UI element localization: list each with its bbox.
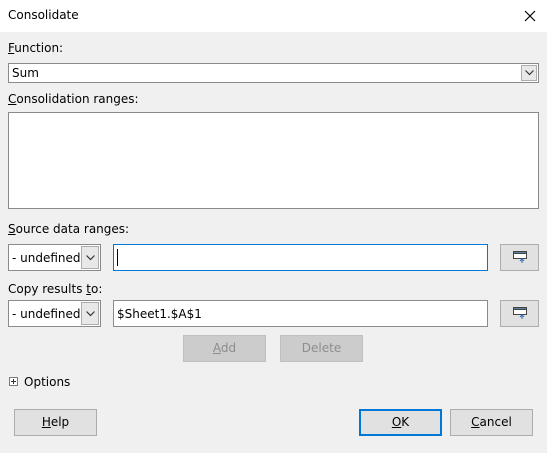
chevron-down-icon [86, 255, 95, 261]
help-button[interactable]: Help [14, 409, 97, 436]
chevron-down-icon [86, 311, 95, 317]
shrink-dialog-icon [513, 307, 527, 319]
close-icon [524, 10, 536, 22]
chevron-down-icon [525, 70, 534, 76]
consolidation-ranges-label: Consolidation ranges: [8, 92, 139, 106]
dialog-title: Consolidate [8, 8, 79, 22]
copy-results-select[interactable]: - undefined - [8, 300, 101, 327]
source-data-ranges-label: Source data ranges: [8, 222, 130, 236]
source-range-dropdown-button[interactable] [81, 246, 99, 269]
source-range-shrink-button[interactable] [500, 244, 539, 271]
source-range-select[interactable]: - undefined - [8, 244, 101, 271]
cancel-button[interactable]: Cancel [450, 409, 533, 436]
copy-results-shrink-button[interactable] [500, 300, 539, 327]
copy-results-to-label: Copy results to: [8, 282, 103, 296]
copy-results-input[interactable]: $Sheet1.$A$1 [113, 300, 488, 327]
function-label: Function: [8, 41, 64, 55]
title-bar: Consolidate [0, 0, 547, 32]
copy-results-input-value: $Sheet1.$A$1 [117, 307, 202, 321]
source-range-select-value: - undefined - [12, 251, 89, 265]
close-button[interactable] [513, 0, 547, 32]
shrink-dialog-icon [513, 251, 527, 263]
source-range-input[interactable] [113, 244, 488, 271]
function-select-value: Sum [12, 66, 39, 80]
ok-button[interactable]: OK [359, 409, 442, 436]
options-label: Options [24, 375, 71, 389]
text-caret [117, 249, 118, 266]
consolidation-ranges-list[interactable] [8, 112, 539, 209]
add-button[interactable]: Add [183, 335, 266, 362]
function-dropdown-button[interactable] [521, 65, 537, 81]
copy-results-dropdown-button[interactable] [81, 302, 99, 325]
consolidate-dialog: Consolidate Function: Sum Consolidation … [0, 0, 547, 453]
expand-plus-icon[interactable] [9, 377, 18, 386]
copy-results-select-value: - undefined - [12, 307, 89, 321]
delete-button[interactable]: Delete [280, 335, 363, 362]
function-select[interactable]: Sum [8, 63, 539, 83]
